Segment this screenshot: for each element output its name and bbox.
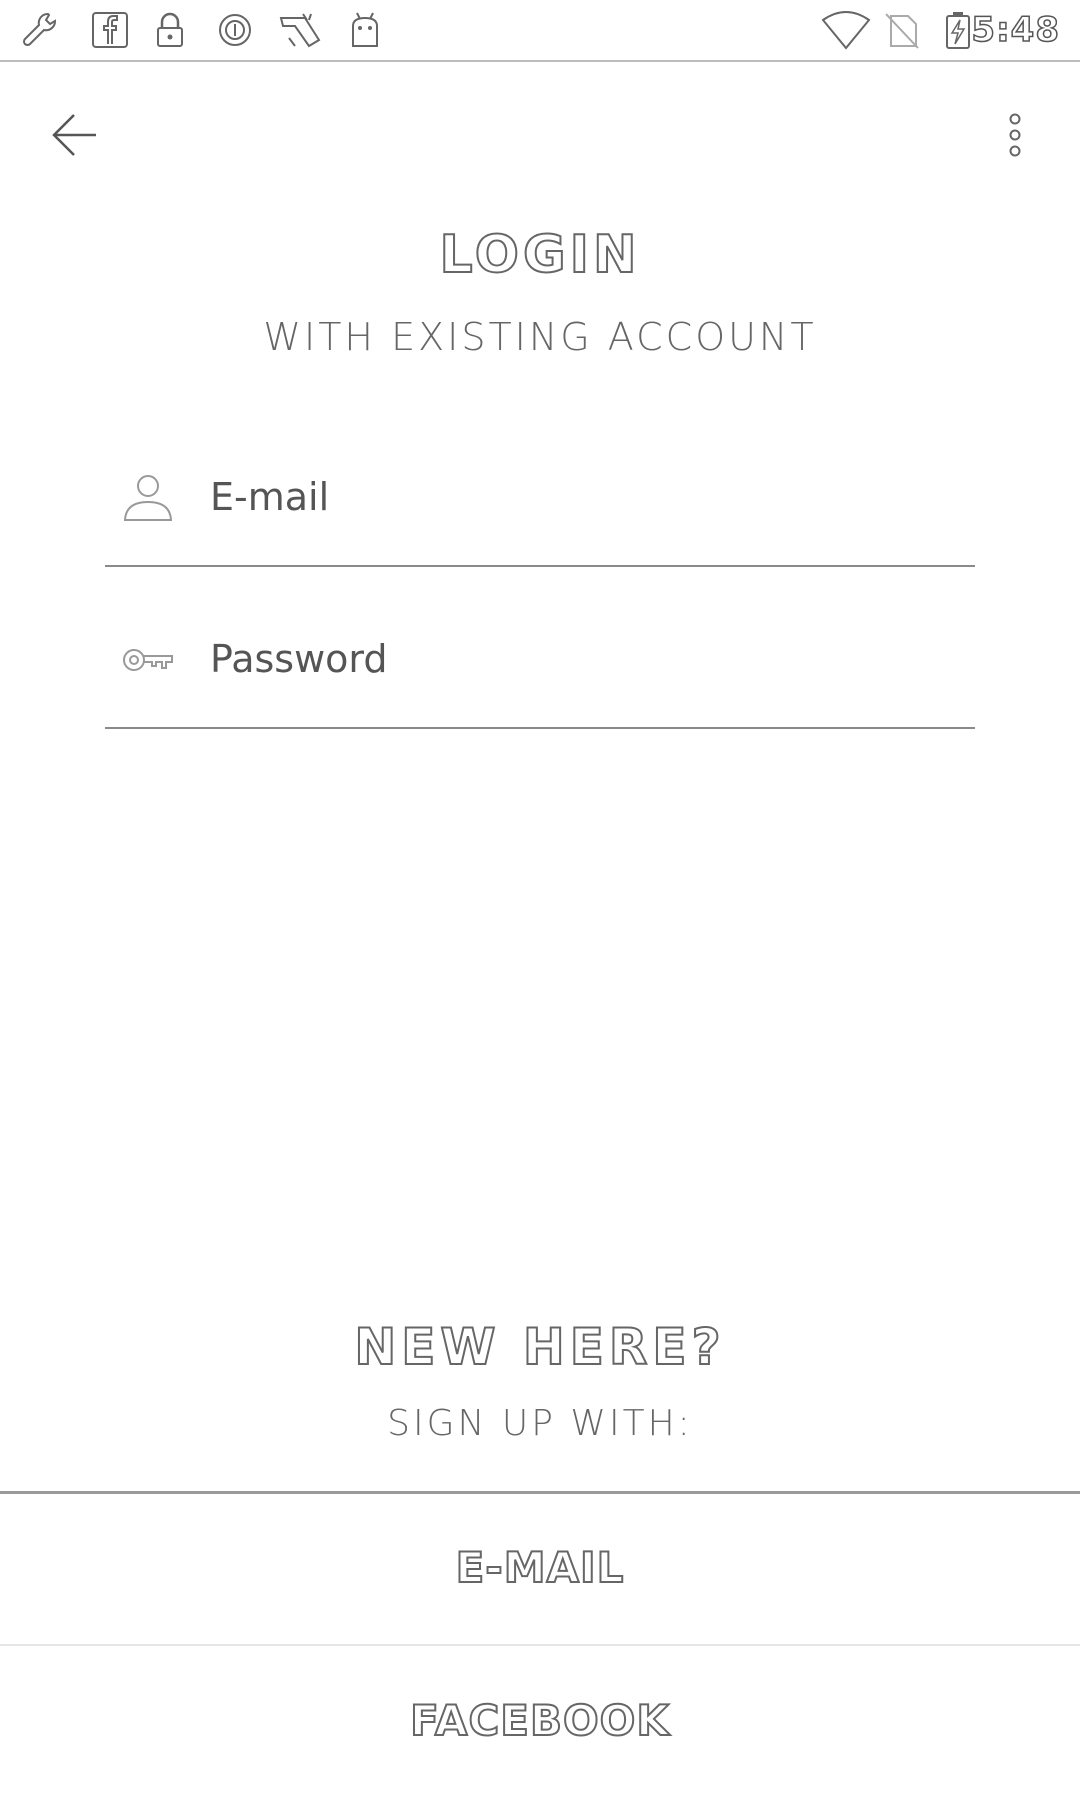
email-field xyxy=(105,455,975,567)
signup-subtitle: SIGN UP WITH: xyxy=(387,1403,693,1444)
more-vert-icon xyxy=(1009,113,1021,157)
android-icon xyxy=(352,12,378,47)
status-time: 5:48 xyxy=(971,9,1060,51)
status-bar: 5:48 xyxy=(0,0,1080,62)
wifi-icon xyxy=(821,11,871,50)
back-button[interactable] xyxy=(40,100,110,170)
email-input[interactable] xyxy=(210,467,950,527)
signup-email-button[interactable]: E-MAIL xyxy=(0,1491,1080,1641)
overflow-menu-button[interactable] xyxy=(990,100,1040,170)
facebook-icon xyxy=(92,12,128,48)
key-icon xyxy=(123,649,173,671)
arrow-left-icon xyxy=(52,114,96,156)
login-title: LOGIN xyxy=(438,224,641,286)
no-sim-icon xyxy=(885,13,919,49)
login-subtitle: WITH EXISTING ACCOUNT xyxy=(263,315,817,359)
circle-icon xyxy=(219,14,251,46)
app-icon xyxy=(279,13,321,48)
password-field xyxy=(105,617,975,729)
new-here-title: NEW HERE? xyxy=(353,1317,726,1377)
password-input[interactable] xyxy=(210,629,950,689)
wrench-icon xyxy=(22,12,57,47)
signup-facebook-button[interactable]: FACEBOOK xyxy=(0,1644,1080,1794)
person-icon xyxy=(123,475,173,521)
lock-icon xyxy=(157,12,183,47)
